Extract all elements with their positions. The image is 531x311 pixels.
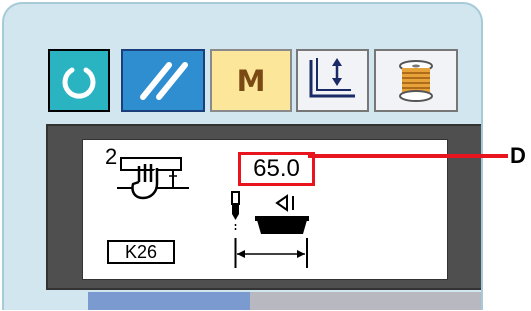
presser-updown-icon [309,57,355,97]
clear-button[interactable] [121,49,205,112]
bobbin-winder-icon [399,59,433,102]
parameter-code-text: K26 [124,241,158,262]
bottom-tab-left[interactable] [88,292,250,310]
presser-button[interactable] [296,49,369,112]
parameter-value-field[interactable]: 65.0 [238,152,315,186]
parameter-code: K26 [107,240,175,264]
bobbin-winder-button[interactable] [374,49,458,112]
reset-button[interactable] [48,49,110,112]
mode-label: M [236,63,266,98]
parameter-value: 65.0 [253,155,300,182]
double-slash-icon [140,61,188,100]
lcd-screen: 2 K26 65.0 [82,139,448,280]
callout-line [308,154,508,158]
mode-button[interactable]: M [210,49,292,112]
needle-to-bed-distance-icon [231,191,309,268]
lcd-frame: 2 K26 65.0 [46,124,481,290]
callout-label: D [510,143,526,168]
hand-on-sewing-machine-icon [117,157,189,200]
bottom-tab-right[interactable] [250,292,481,310]
bottom-tab-strip [88,292,481,310]
circular-arrow-icon [62,67,96,99]
